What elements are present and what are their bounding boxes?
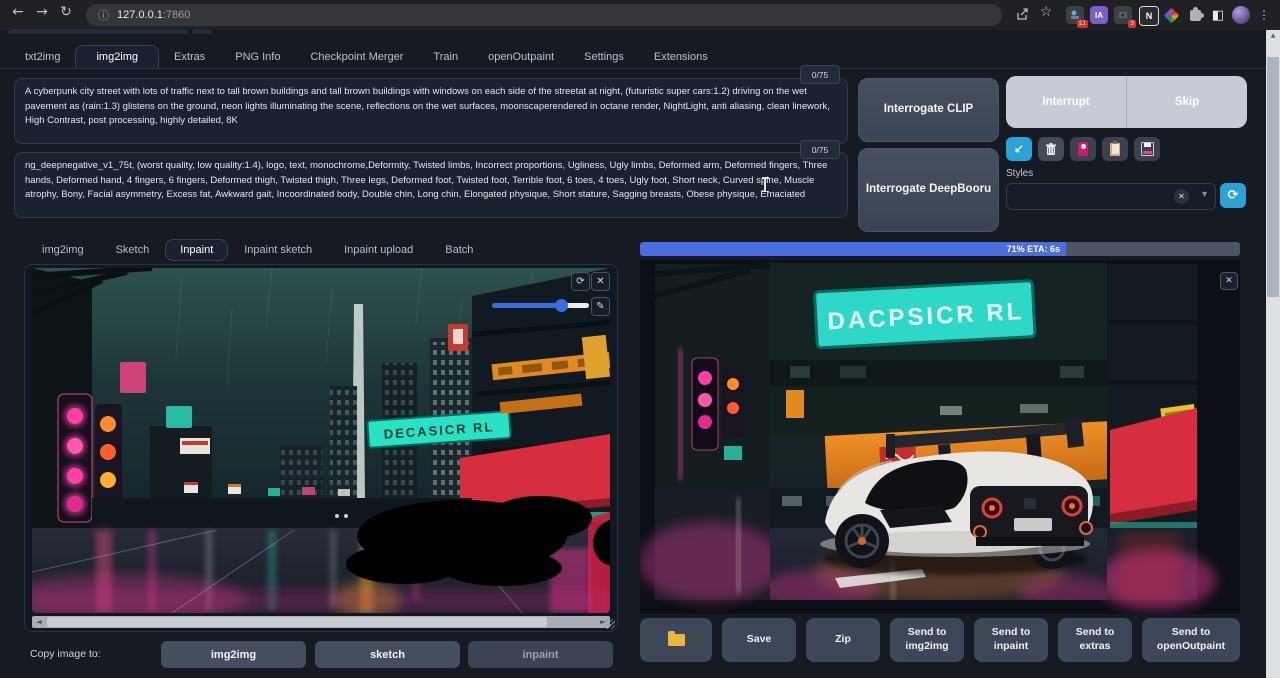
scroll-left-icon[interactable]: ◄ — [32, 616, 46, 628]
extensions-puzzle-icon[interactable] — [1186, 6, 1204, 24]
cutoff-quicksettings — [192, 29, 212, 34]
chevron-down-icon[interactable]: ▾ — [1202, 189, 1207, 200]
live-preview-image: DACPSICR RL — [640, 260, 1240, 614]
undo-brush-icon[interactable]: ⟳ — [571, 272, 590, 291]
zip-button[interactable]: Zip — [806, 618, 880, 662]
subtab-img2img[interactable]: img2img — [26, 240, 100, 260]
browser-toolbar: ← → ↻ ⓘ 127.0.0.1:7860 ☆ 21 IA 3 N ◧ ⋮ — [0, 0, 1280, 31]
paste-generation-params-button[interactable]: ↙ — [1006, 137, 1032, 161]
copy-image-to-label: Copy image to: — [30, 648, 101, 660]
bookmark-star-icon[interactable]: ☆ — [1036, 4, 1056, 20]
close-preview-icon[interactable]: ✕ — [1220, 272, 1238, 290]
clipboard-icon — [1110, 143, 1120, 156]
canvas-resize-handle[interactable] — [605, 619, 615, 629]
refresh-styles-button[interactable]: ⟳ — [1220, 183, 1246, 208]
subtab-sketch[interactable]: Sketch — [100, 240, 166, 260]
apply-styles-button[interactable] — [1102, 137, 1128, 161]
extension-icon-2[interactable]: 3 — [1114, 6, 1132, 24]
progress-fill: 71% ETA: 6s — [640, 242, 1066, 256]
card-icon — [1078, 142, 1088, 156]
extension-icon-1[interactable]: 21 — [1066, 6, 1084, 24]
scrollbar-thumb[interactable] — [47, 617, 547, 627]
live-preview-panel: DACPSICR RL — [640, 260, 1240, 614]
subtab-inpaint-sketch[interactable]: Inpaint sketch — [228, 240, 328, 260]
extension-badge: 3 — [1128, 20, 1136, 29]
app-window: ← → ↻ ⓘ 127.0.0.1:7860 ☆ 21 IA 3 N ◧ ⋮ t… — [0, 0, 1280, 678]
tab-extensions[interactable]: Extensions — [639, 46, 723, 68]
clear-prompt-button[interactable] — [1038, 137, 1064, 161]
tab-img2img[interactable]: img2img — [75, 45, 159, 68]
tab-png-info[interactable]: PNG Info — [220, 46, 295, 68]
brush-size-knob[interactable] — [555, 299, 568, 312]
browser-reload-icon[interactable]: ↻ — [56, 4, 76, 20]
paste-arrow-icon: ↙ — [1014, 142, 1024, 156]
canvas-horizontal-scrollbar[interactable]: ◄ ► — [32, 616, 610, 628]
browser-forward-icon[interactable]: → — [32, 4, 52, 20]
tab-divider — [0, 68, 1266, 69]
interrupt-button[interactable]: Interrupt — [1006, 76, 1127, 128]
tab-checkpoint-merger[interactable]: Checkpoint Merger — [295, 46, 418, 68]
folder-icon — [668, 634, 685, 646]
open-folder-button[interactable] — [640, 618, 712, 662]
send-to-extras-button[interactable]: Send to extras — [1058, 618, 1132, 662]
address-bar[interactable]: ⓘ 127.0.0.1:7860 — [86, 4, 1002, 26]
subtab-inpaint-upload[interactable]: Inpaint upload — [328, 240, 429, 260]
share-icon[interactable] — [1012, 7, 1032, 24]
skip-button[interactable]: Skip — [1127, 76, 1247, 128]
copy-to-inpaint-button[interactable]: inpaint — [468, 641, 613, 668]
floppy-icon — [1141, 142, 1154, 156]
browser-back-icon[interactable]: ← — [8, 4, 28, 20]
tab-extras[interactable]: Extras — [159, 46, 220, 68]
extension-badge: 21 — [1077, 20, 1088, 29]
browser-menu-icon[interactable]: ⋮ — [1254, 8, 1274, 22]
copy-to-sketch-button[interactable]: sketch — [315, 641, 460, 668]
styles-dropdown[interactable]: ✕ ▾ — [1006, 183, 1216, 210]
interrogate-deepbooru-button[interactable]: Interrogate DeepBooru — [858, 148, 999, 232]
save-style-button[interactable] — [1134, 137, 1160, 161]
extension-icon-notion[interactable]: N — [1139, 6, 1159, 26]
negative-prompt-input[interactable]: ng_deepnegative_v1_75t, (worst quality, … — [14, 152, 848, 218]
subtab-batch[interactable]: Batch — [429, 240, 489, 260]
prompt-token-counter: 0/75 — [800, 65, 840, 84]
subtab-inpaint[interactable]: Inpaint — [165, 239, 228, 261]
inpaint-canvas[interactable]: DECASICR RL — [32, 268, 610, 613]
extension-icon-diamond[interactable] — [1162, 6, 1180, 24]
tab-txt2img[interactable]: txt2img — [10, 46, 75, 68]
main-tab-bar: txt2img img2img Extras PNG Info Checkpoi… — [10, 44, 723, 68]
inpaint-source-image: DECASICR RL — [32, 268, 610, 613]
extra-networks-button[interactable] — [1070, 137, 1096, 161]
extension-icon-ia[interactable]: IA — [1090, 6, 1108, 24]
img2img-mode-tabs: img2img Sketch Inpaint Inpaint sketch In… — [26, 238, 489, 262]
cutoff-quicksettings — [8, 29, 188, 34]
profile-avatar[interactable] — [1232, 6, 1250, 24]
sidepanel-icon[interactable]: ◧ — [1209, 6, 1227, 24]
brush-size-slider[interactable] — [492, 303, 589, 308]
brush-pen-icon[interactable]: ✎ — [591, 297, 610, 316]
send-to-openoutpaint-button[interactable]: Send to openOutpaint — [1142, 618, 1240, 662]
clear-selection-icon[interactable]: ✕ — [1174, 189, 1189, 204]
inpaint-canvas-container: DECASICR RL — [24, 264, 618, 632]
page-scrollbar[interactable]: ▲ — [1266, 30, 1280, 678]
site-info-icon[interactable]: ⓘ — [98, 7, 109, 23]
tab-settings[interactable]: Settings — [569, 46, 639, 68]
trash-icon — [1045, 143, 1057, 156]
text-cursor — [764, 177, 766, 192]
tab-train[interactable]: Train — [418, 46, 473, 68]
clear-image-icon[interactable]: ✕ — [591, 272, 610, 291]
save-button[interactable]: Save — [722, 618, 796, 662]
generation-progress-bar: 71% ETA: 6s — [640, 242, 1240, 256]
interrogate-clip-button[interactable]: Interrogate CLIP — [858, 78, 999, 142]
scroll-up-icon[interactable]: ▲ — [1266, 32, 1280, 39]
styles-label: Styles — [1006, 168, 1033, 179]
send-to-inpaint-button[interactable]: Send to inpaint — [974, 618, 1048, 662]
negative-prompt-token-counter: 0/75 — [800, 140, 840, 159]
url-port: :7860 — [163, 9, 191, 21]
url-host: 127.0.0.1 — [117, 9, 163, 21]
page-scrollbar-thumb[interactable] — [1267, 57, 1279, 297]
send-to-img2img-button[interactable]: Send to img2img — [890, 618, 964, 662]
prompt-input[interactable]: A cyberpunk city street with lots of tra… — [14, 78, 848, 144]
copy-to-img2img-button[interactable]: img2img — [161, 641, 306, 668]
tab-openoutpaint[interactable]: openOutpaint — [473, 46, 569, 68]
progress-label: 71% ETA: 6s — [1007, 242, 1060, 256]
